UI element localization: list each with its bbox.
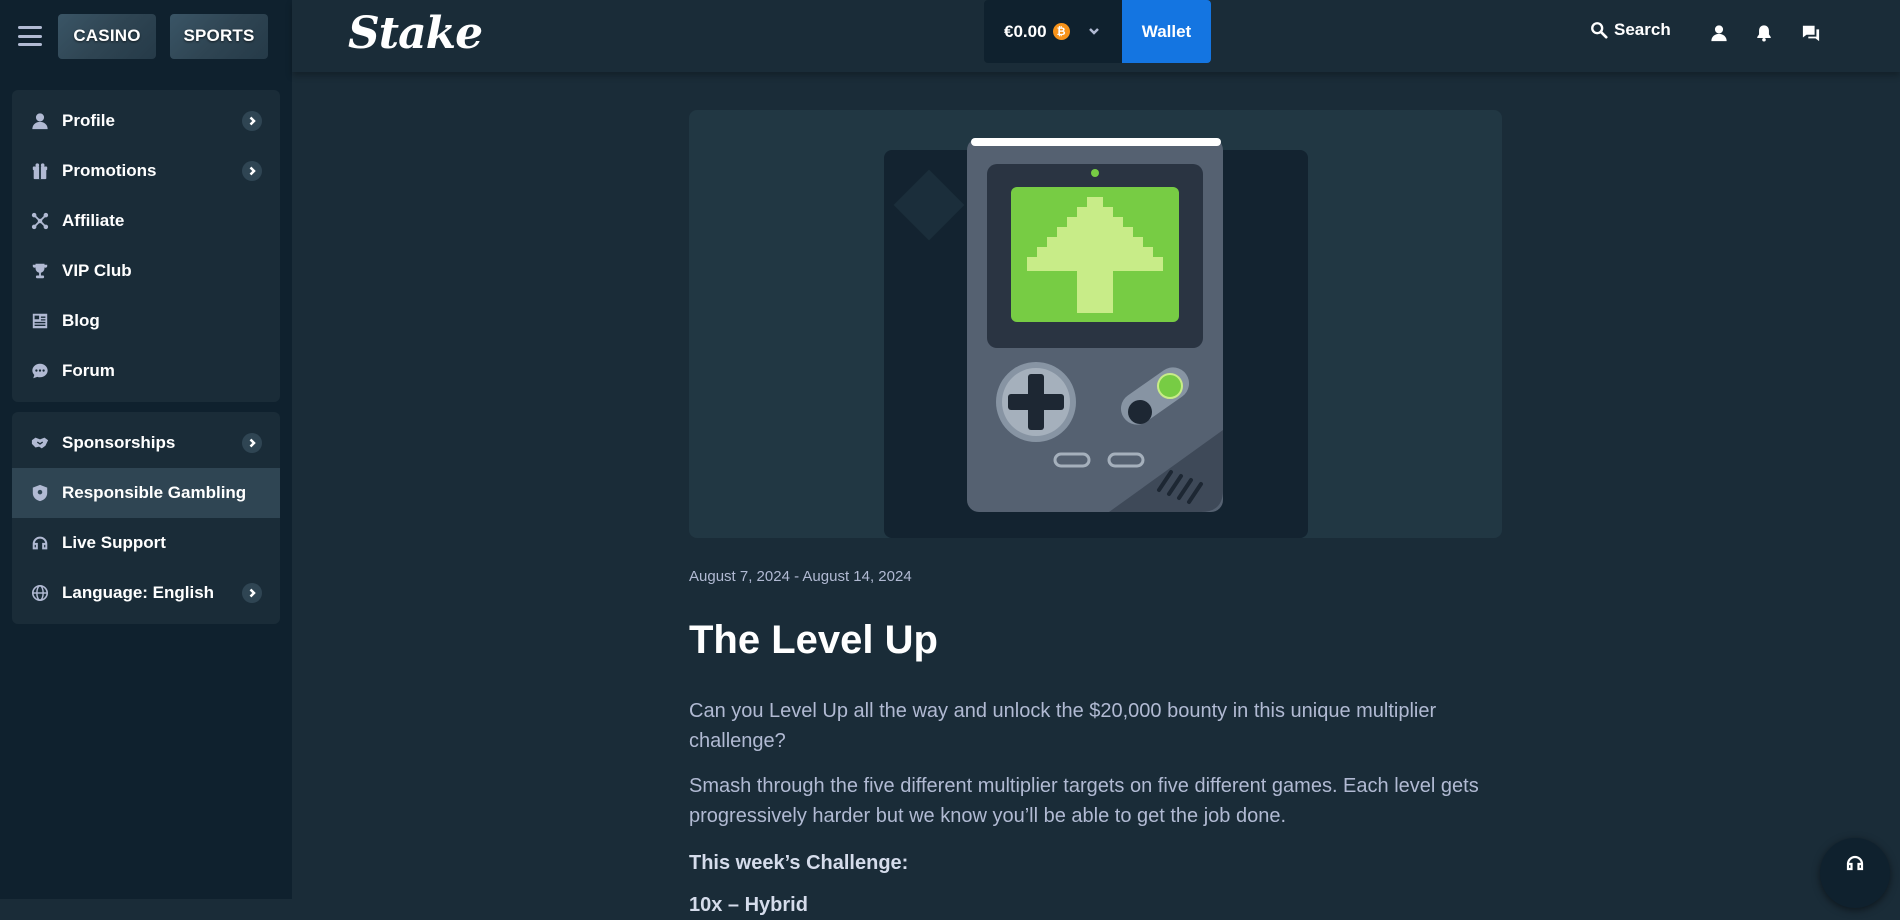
search-icon [1591,22,1608,39]
search-button[interactable]: Search [1590,20,1671,40]
sidebar-item-label: Affiliate [62,211,125,230]
gameboy-illustration [884,138,1308,538]
sidebar-item-affiliate[interactable]: Affiliate [12,196,280,246]
chevron-right-icon[interactable] [242,111,262,131]
shield-icon [30,483,50,503]
user-icon[interactable] [1710,24,1728,47]
headset-icon [1846,855,1864,871]
promo-paragraph: Can you Level Up all the way and unlock … [689,700,1437,752]
chevron-right-icon[interactable] [242,433,262,453]
sidebar-item-blog[interactable]: Blog [12,296,280,346]
sidebar: CASINO SPORTS Profile Promotions Affilia… [0,0,292,899]
wallet-button[interactable]: Wallet [1122,0,1211,63]
chevron-down-icon [1076,22,1100,42]
trophy-icon [30,261,50,281]
chevron-right-icon[interactable] [242,583,262,603]
sidebar-item-vip-club[interactable]: VIP Club [12,246,280,296]
sidebar-item-label: Forum [62,361,115,380]
stake-logo[interactable]: Stake [348,8,483,59]
sidebar-item-sponsorships[interactable]: Sponsorships [12,418,280,468]
balance-selector[interactable]: €0.00 ₿ [984,0,1122,63]
top-header: Stake €0.00 ₿ Wallet Search [292,0,1900,72]
promo-title: The Level Up [689,618,938,662]
sidebar-top: CASINO SPORTS [0,0,292,72]
sidebar-item-label: Responsible Gambling [62,483,247,502]
promo-challenge-item: 10x – Hybrid [689,894,808,916]
search-label: Search [1614,20,1671,39]
sidebar-item-label: Promotions [62,161,157,180]
bell-icon[interactable] [1755,24,1773,47]
sidebar-group-account: Profile Promotions Affiliate VIP Club Bl… [12,90,280,402]
sidebar-item-responsible-gambling[interactable]: Responsible Gambling [12,468,280,518]
sidebar-item-promotions[interactable]: Promotions [12,146,280,196]
sidebar-item-label: Profile [62,111,115,130]
globe-icon [30,583,50,603]
chat-icon[interactable] [1802,24,1820,47]
handshake-icon [30,433,50,453]
sidebar-item-label: Blog [62,311,100,330]
sidebar-item-forum[interactable]: Forum [12,346,280,396]
user-icon [30,111,50,131]
sidebar-item-language[interactable]: Language: English [12,568,280,618]
sidebar-item-label: VIP Club [62,261,132,280]
sidebar-group-info: Sponsorships Responsible Gambling Live S… [12,412,280,624]
promo-date-range: August 7, 2024 - August 14, 2024 [689,568,912,585]
sports-button[interactable]: SPORTS [170,13,268,59]
forum-icon [30,361,50,381]
balance-amount: €0.00 [1004,21,1047,41]
gift-icon [30,161,50,181]
main-content: August 7, 2024 - August 14, 2024 The Lev… [292,72,1900,916]
sidebar-item-live-support[interactable]: Live Support [12,518,280,568]
live-support-button[interactable] [1820,838,1890,908]
sidebar-item-label: Live Support [62,533,166,552]
promo-hero-image [689,110,1502,538]
sidebar-item-label: Sponsorships [62,433,176,452]
sidebar-item-label: Language: English [62,583,215,602]
chevron-right-icon[interactable] [242,161,262,181]
promo-paragraph: Smash through the five different multipl… [689,775,1479,827]
menu-toggle-icon[interactable] [18,26,42,46]
sidebar-item-profile[interactable]: Profile [12,96,280,146]
promo-challenge-heading: This week’s Challenge: [689,852,909,874]
bitcoin-icon: ₿ [1052,23,1070,40]
affiliate-icon [30,211,50,231]
headset-icon [30,533,50,553]
casino-button[interactable]: CASINO [58,13,156,59]
blog-icon [30,311,50,331]
